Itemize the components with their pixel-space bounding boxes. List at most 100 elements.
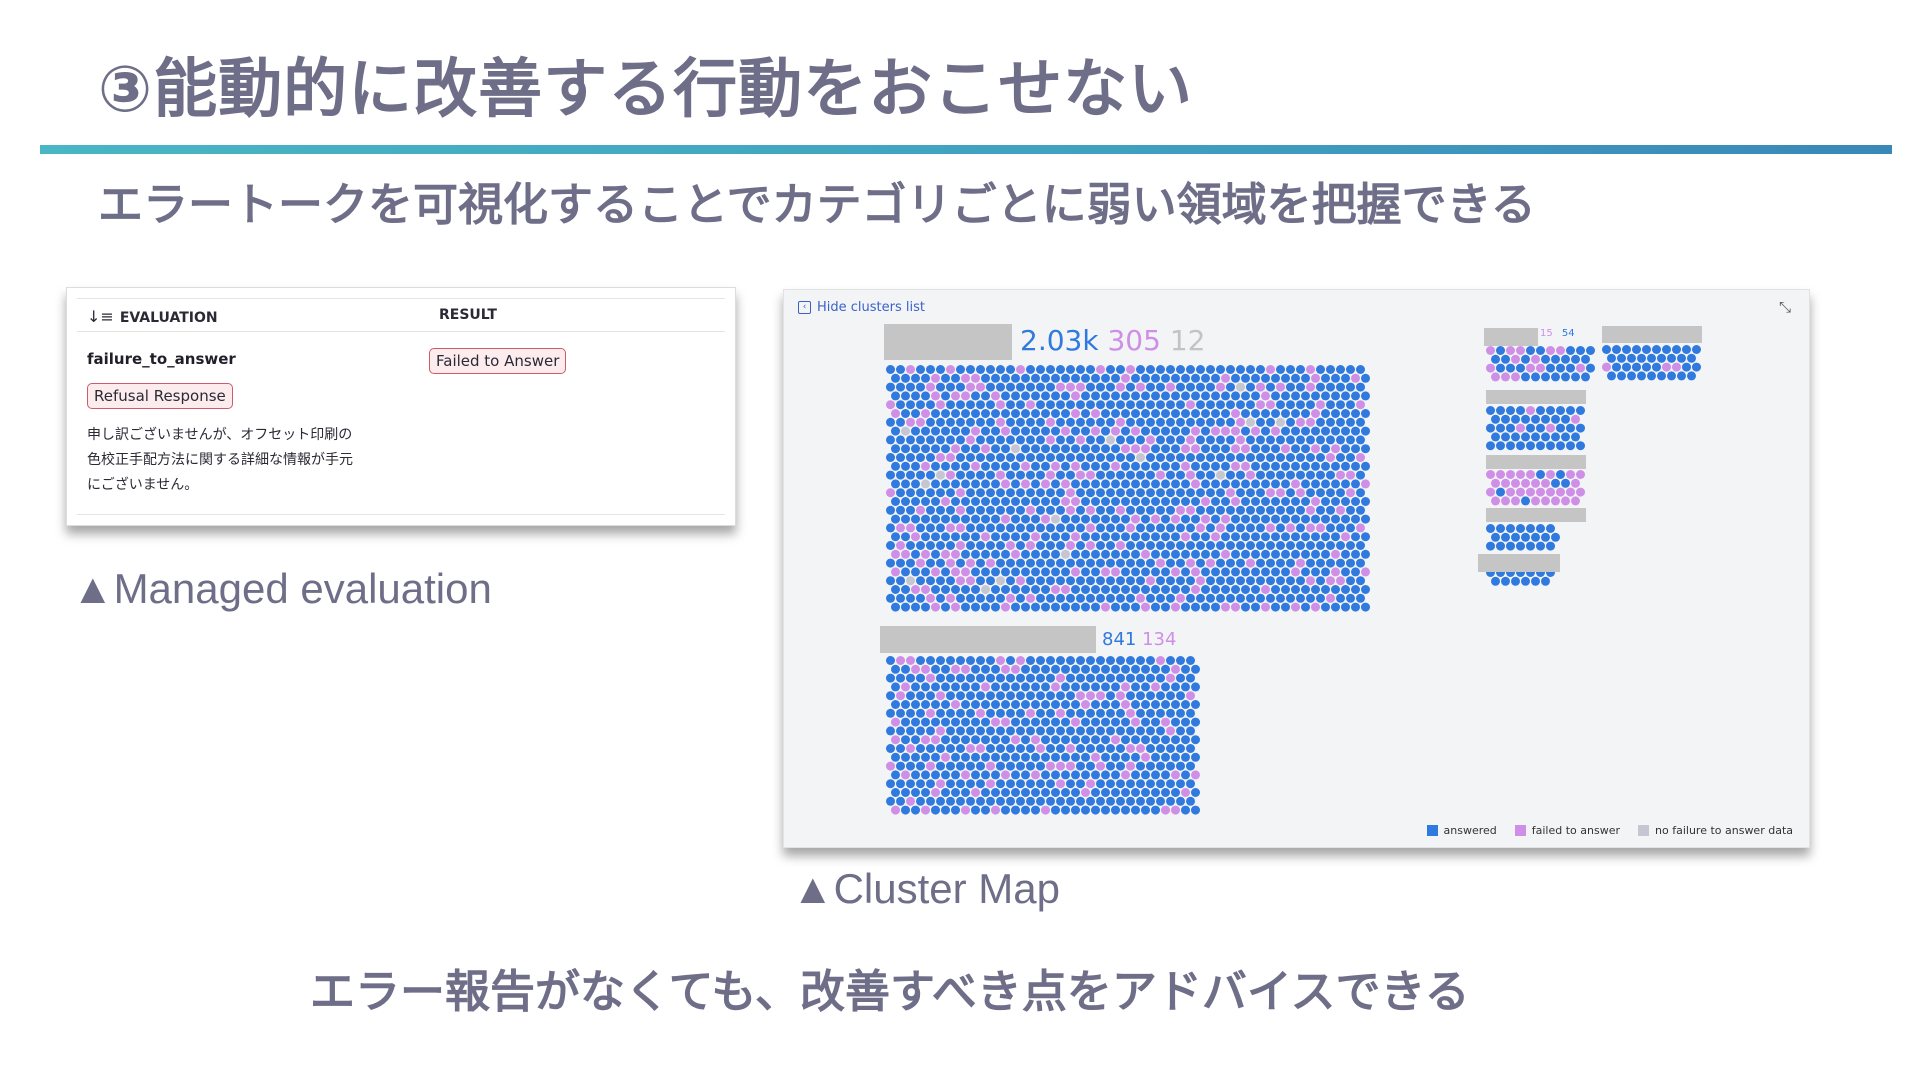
cluster-dot: [1091, 788, 1100, 797]
cluster-dot: [1271, 602, 1280, 612]
cluster-label-redacted[interactable]: [1486, 390, 1586, 404]
cluster-dot: [1146, 365, 1155, 374]
cluster-block[interactable]: [1486, 524, 1560, 551]
cluster-dot: [1306, 435, 1315, 445]
cluster-dot: [931, 717, 940, 727]
cluster-label-redacted[interactable]: [1602, 326, 1702, 343]
cluster-dot: [1281, 585, 1290, 594]
cluster-label-redacted[interactable]: [1484, 328, 1538, 346]
cluster-dot: [901, 682, 910, 692]
cluster-block[interactable]: [1486, 470, 1585, 506]
response-line: 色校正手配方法に関する詳細な情報が手元: [87, 452, 353, 468]
cluster-block[interactable]: [886, 656, 1200, 815]
cluster-dot: [1111, 717, 1120, 727]
evaluation-column-header[interactable]: ↓≡ EVALUATION: [87, 307, 218, 326]
cluster-dot: [1306, 488, 1315, 498]
cluster-dot: [1627, 371, 1636, 381]
cluster-dot: [946, 488, 955, 498]
cluster-dot: [1516, 541, 1525, 551]
cluster-dot: [1321, 567, 1330, 577]
cluster-dot: [1096, 382, 1105, 392]
cluster-dot: [1231, 373, 1240, 383]
cluster-dot: [946, 523, 955, 533]
cluster-dot: [1021, 717, 1030, 727]
hide-clusters-button[interactable]: ‹ Hide clusters list: [798, 300, 925, 315]
cluster-dot: [1021, 567, 1030, 577]
cluster-dot: [1181, 664, 1190, 674]
cluster-dot: [1281, 391, 1290, 401]
cluster-dot: [1101, 514, 1110, 524]
cluster-dot: [1036, 505, 1045, 515]
cluster-dot: [1326, 435, 1335, 445]
cluster-dot: [1301, 444, 1310, 454]
cluster-dot: [1627, 353, 1636, 363]
result-column-header[interactable]: RESULT: [439, 307, 497, 323]
metric-name: failure_to_answer: [87, 350, 236, 368]
cluster-label-redacted[interactable]: [880, 626, 1096, 653]
cluster-dot: [1191, 602, 1200, 612]
cluster-dot: [1076, 558, 1085, 568]
cluster-dot: [1346, 541, 1355, 550]
cluster-dot: [1041, 770, 1050, 780]
cluster-block[interactable]: [1486, 406, 1585, 451]
cluster-dot: [996, 417, 1005, 427]
cluster-block[interactable]: [886, 365, 1370, 612]
cluster-dot: [1196, 365, 1205, 374]
cluster-dot: [1491, 478, 1500, 488]
shrink-icon[interactable]: ⤡: [1779, 298, 1791, 316]
cluster-dot: [1266, 400, 1275, 410]
cluster-dot: [1642, 362, 1651, 372]
cluster-dot: [1141, 717, 1150, 727]
cluster-dot: [1196, 400, 1205, 410]
cluster-dot: [946, 726, 955, 736]
cluster-dot: [1171, 497, 1180, 506]
cluster-dot: [1171, 479, 1180, 489]
cluster-dot: [886, 382, 895, 392]
cluster-dot: [1336, 541, 1345, 550]
cluster-label-redacted[interactable]: [884, 324, 1012, 360]
cluster-dot: [1136, 541, 1145, 550]
cluster-dot: [1036, 708, 1045, 718]
cluster-dot: [1196, 558, 1205, 568]
cluster-label-redacted[interactable]: [1486, 455, 1586, 469]
cluster-dot: [1181, 549, 1190, 559]
cluster-dot: [1346, 593, 1355, 603]
cluster-dot: [1061, 752, 1070, 762]
cluster-dot: [1506, 423, 1515, 433]
cluster-block[interactable]: [1602, 345, 1701, 381]
cluster-dot: [1141, 664, 1150, 674]
cluster-dot: [1361, 391, 1370, 401]
cluster-block[interactable]: [1486, 346, 1595, 382]
cluster-dot: [1241, 426, 1250, 436]
cluster-dot: [1191, 549, 1200, 559]
cluster-dot: [1231, 426, 1240, 436]
cluster-dot: [1116, 691, 1125, 701]
cluster-dot: [1031, 700, 1040, 709]
cluster-dot: [981, 391, 990, 401]
cluster-dot: [896, 726, 905, 736]
cluster-dot: [1006, 761, 1015, 771]
cluster-dot: [1276, 488, 1285, 498]
cluster-label-redacted[interactable]: [1478, 554, 1560, 572]
sort-icon[interactable]: ↓≡: [87, 307, 114, 326]
cluster-dot: [1151, 735, 1160, 745]
cluster-dot: [1296, 576, 1305, 586]
cluster-dot: [1061, 567, 1070, 577]
cluster-dot: [1036, 744, 1045, 753]
cluster-dot: [1091, 602, 1100, 612]
cluster-dot: [1291, 409, 1300, 418]
cluster-dot: [1116, 779, 1125, 789]
cluster-dot: [1161, 391, 1170, 401]
cluster-dot: [1231, 514, 1240, 524]
cluster-dot: [1126, 417, 1135, 427]
cluster-dot: [1496, 406, 1505, 415]
cluster-dot: [1561, 478, 1570, 488]
cluster-dot: [1486, 423, 1495, 433]
cluster-dot: [931, 788, 940, 797]
cluster-dot: [1326, 470, 1335, 480]
result-badge: Failed to Answer: [429, 348, 567, 374]
cluster-dot: [966, 779, 975, 789]
cluster-dot: [926, 541, 935, 550]
cluster-label-redacted[interactable]: [1486, 508, 1586, 522]
cluster-dot: [1351, 461, 1360, 471]
